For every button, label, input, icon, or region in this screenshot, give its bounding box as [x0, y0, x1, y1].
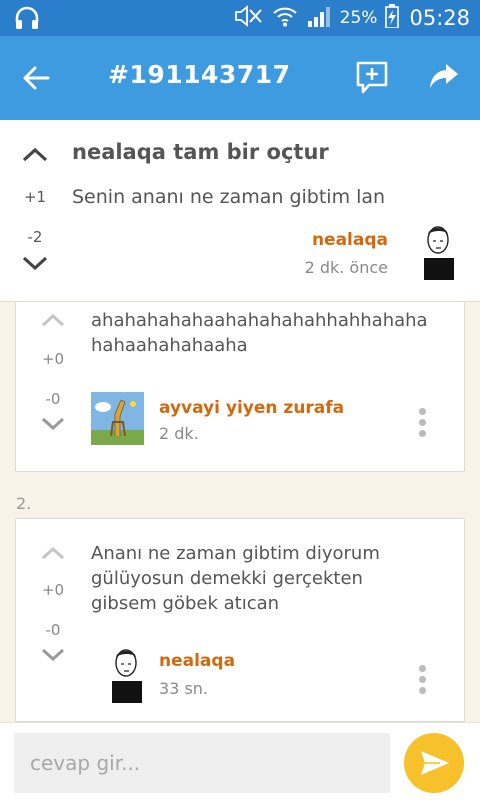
reply-input[interactable]	[14, 733, 390, 793]
upvote-count: +0	[41, 350, 65, 368]
reply-time: 33 sn.	[159, 679, 209, 698]
more-options-icon[interactable]	[416, 665, 428, 695]
page-title: #191143717	[108, 60, 291, 89]
downvote-chevron-icon[interactable]	[33, 412, 73, 440]
upvote-chevron-icon[interactable]	[33, 308, 73, 336]
reply-card: +0 -0 ahahahahahaahahahahahhahhahaha hah…	[15, 302, 465, 472]
send-icon	[421, 751, 449, 775]
avatar[interactable]	[91, 392, 144, 445]
post-title: nealaqa tam bir oçtur	[72, 140, 329, 164]
reply-author[interactable]: ayvayi yiyen zurafa	[159, 398, 344, 418]
mute-icon	[234, 5, 264, 31]
upvote-chevron-icon[interactable]	[33, 541, 73, 569]
avatar[interactable]	[106, 647, 146, 703]
add-comment-icon[interactable]	[355, 60, 389, 96]
post-time: 2 dk. önce	[304, 258, 388, 277]
post-body: Senin ananı ne zaman gibtim lan	[72, 186, 386, 208]
upvote-chevron-icon[interactable]	[15, 142, 55, 170]
post-author[interactable]: nealaqa	[312, 230, 388, 250]
battery-charging-icon	[385, 4, 400, 32]
reply-text: Ananı ne zaman gibtim diyorum gülüyosun …	[91, 541, 451, 616]
post-vote-column: +1 -2	[15, 142, 55, 280]
send-button[interactable]	[404, 733, 464, 793]
reply-text-line: Ananı ne zaman gibtim diyorum	[91, 543, 380, 564]
reply-text-line: gibsem göbek atıcan	[91, 593, 280, 614]
wifi-icon	[272, 5, 298, 31]
battery-percent: 25%	[339, 8, 378, 28]
status-bar: 25% 05:28	[0, 0, 480, 36]
headphones-icon	[14, 6, 40, 30]
share-icon[interactable]	[428, 62, 460, 92]
upvote-count: +0	[41, 581, 65, 599]
reply-text: ahahahahahaahahahahahhahhahaha hahaahaha…	[91, 308, 451, 358]
downvote-chevron-icon[interactable]	[33, 643, 73, 671]
reply-time: 2 dk.	[159, 424, 199, 443]
back-arrow-icon[interactable]	[20, 62, 52, 94]
downvote-count: -0	[45, 390, 61, 408]
reply-composer	[0, 722, 480, 800]
main-post: +1 -2 nealaqa tam bir oçtur Senin ananı …	[0, 120, 480, 302]
more-options-icon[interactable]	[416, 408, 428, 438]
reply-text-line: ahahahahahaahahahahahhahhahaha	[91, 310, 428, 331]
downvote-count: -0	[45, 621, 61, 639]
reply-vote-column: +0 -0	[33, 541, 73, 671]
upvote-count: +1	[23, 188, 47, 206]
reply-number: 2.	[16, 494, 32, 513]
signal-icon	[306, 5, 332, 31]
avatar[interactable]	[418, 224, 458, 280]
reply-text-line: gülüyosun demekki gerçekten	[91, 568, 363, 589]
clock: 05:28	[409, 6, 470, 30]
reply-text-line: hahaahahahaaha	[91, 335, 248, 356]
reply-author[interactable]: nealaqa	[159, 651, 235, 671]
reply-vote-column: +0 -0	[33, 308, 73, 440]
app-bar: #191143717	[0, 36, 480, 120]
reply-card: +0 -0 Ananı ne zaman gibtim diyorum gülü…	[15, 518, 465, 722]
downvote-chevron-icon[interactable]	[15, 252, 55, 280]
downvote-count: -2	[27, 228, 43, 246]
